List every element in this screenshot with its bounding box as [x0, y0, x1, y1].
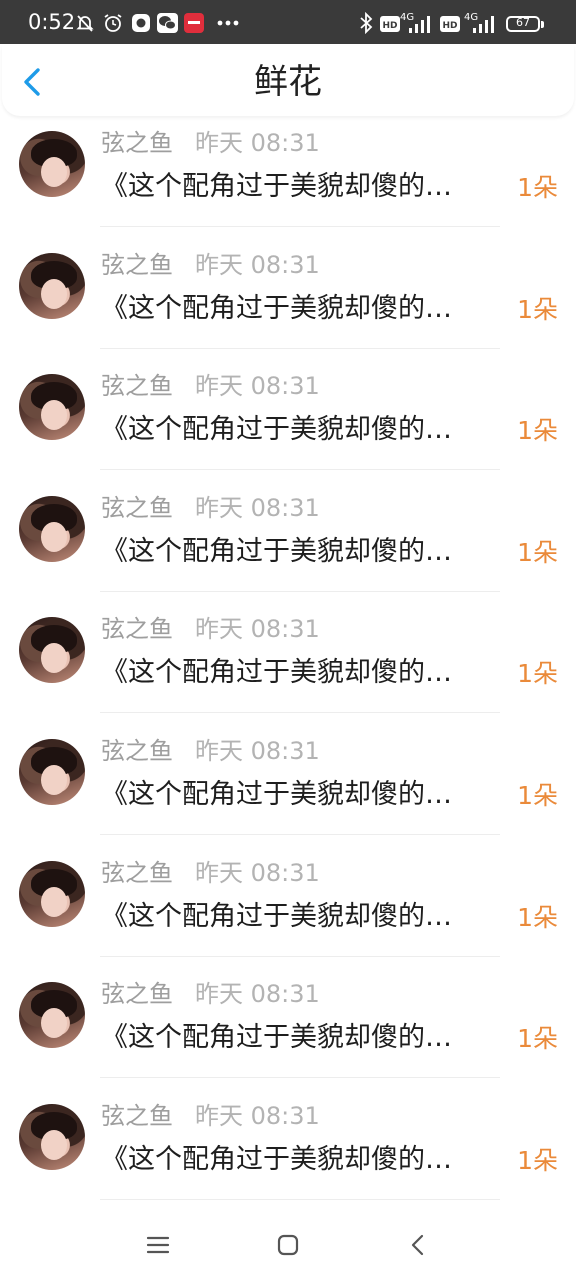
divider [100, 469, 500, 470]
header: 鲜花 [2, 46, 574, 116]
back-nav-icon[interactable] [403, 1230, 433, 1260]
signal-icon [473, 16, 494, 33]
flower-count: 1朵 [517, 416, 558, 445]
battery-icon: 67 [506, 16, 540, 32]
bluetooth-icon [360, 12, 373, 34]
wechat-icon [157, 13, 178, 33]
avatar[interactable] [19, 617, 85, 683]
user-name[interactable]: 弦之鱼 [101, 858, 173, 888]
list-item[interactable]: 弦之鱼 昨天 08:31 《这个配角过于美貌却傻的… 1朵 [0, 971, 576, 1092]
divider [100, 712, 500, 713]
user-name[interactable]: 弦之鱼 [101, 128, 173, 158]
flower-count: 1朵 [517, 538, 558, 567]
book-title[interactable]: 《这个配角过于美貌却傻的… [101, 535, 497, 569]
user-name[interactable]: 弦之鱼 [101, 614, 173, 644]
avatar[interactable] [19, 131, 85, 197]
hd-icon: HD [440, 16, 460, 32]
book-title[interactable]: 《这个配角过于美貌却傻的… [101, 778, 497, 812]
battery-level: 67 [516, 16, 530, 29]
avatar[interactable] [19, 861, 85, 927]
book-title[interactable]: 《这个配角过于美貌却傻的… [101, 1021, 497, 1055]
book-title[interactable]: 《这个配角过于美貌却傻的… [101, 170, 497, 204]
divider [100, 834, 500, 835]
alarm-icon [104, 14, 122, 32]
list-item[interactable]: 弦之鱼 昨天 08:31 《这个配角过于美貌却傻的… 1朵 [0, 120, 576, 241]
menu-icon[interactable] [143, 1230, 173, 1260]
list-item[interactable]: 弦之鱼 昨天 08:31 《这个配角过于美貌却傻的… 1朵 [0, 242, 576, 363]
book-title[interactable]: 《这个配角过于美貌却傻的… [101, 656, 497, 690]
timestamp: 昨天 08:31 [195, 859, 320, 887]
avatar[interactable] [19, 496, 85, 562]
user-name[interactable]: 弦之鱼 [101, 250, 173, 280]
signal-icon [409, 16, 430, 33]
avatar[interactable] [19, 374, 85, 440]
avatar[interactable] [19, 253, 85, 319]
timestamp: 昨天 08:31 [195, 980, 320, 1008]
user-name[interactable]: 弦之鱼 [101, 371, 173, 401]
status-bar: 0:52 HD 4G HD 4G 67 [0, 0, 576, 44]
timestamp: 昨天 08:31 [195, 737, 320, 765]
user-name[interactable]: 弦之鱼 [101, 979, 173, 1009]
timestamp: 昨天 08:31 [195, 372, 320, 400]
flower-count: 1朵 [517, 781, 558, 810]
avatar[interactable] [19, 1104, 85, 1170]
timestamp: 昨天 08:31 [195, 129, 320, 157]
status-time: 0:52 [28, 10, 76, 34]
timestamp: 昨天 08:31 [195, 251, 320, 279]
book-title[interactable]: 《这个配角过于美貌却傻的… [101, 1143, 497, 1177]
book-title[interactable]: 《这个配角过于美貌却傻的… [101, 900, 497, 934]
list-item[interactable]: 弦之鱼 昨天 08:31 《这个配角过于美貌却傻的… 1朵 [0, 363, 576, 484]
flower-count: 1朵 [517, 1146, 558, 1175]
timestamp: 昨天 08:31 [195, 615, 320, 643]
list-item[interactable]: 弦之鱼 昨天 08:31 《这个配角过于美貌却傻的… 1朵 [0, 850, 576, 971]
divider [100, 226, 500, 227]
flower-count: 1朵 [517, 903, 558, 932]
list-item[interactable]: 弦之鱼 昨天 08:31 《这个配角过于美貌却傻的… 1朵 [0, 606, 576, 727]
flower-count: 1朵 [517, 295, 558, 324]
divider [100, 591, 500, 592]
hd-icon: HD [380, 16, 400, 32]
page-title: 鲜花 [254, 62, 322, 102]
mute-icon [76, 15, 94, 32]
system-nav-bar [0, 1208, 576, 1280]
flower-count: 1朵 [517, 173, 558, 202]
avatar[interactable] [19, 739, 85, 805]
list-item[interactable]: 弦之鱼 昨天 08:31 《这个配角过于美貌却傻的… 1朵 [0, 728, 576, 849]
divider [100, 956, 500, 957]
app-icon [132, 14, 150, 32]
user-name[interactable]: 弦之鱼 [101, 1101, 173, 1131]
battery-tip [541, 21, 544, 28]
flower-count: 1朵 [517, 1024, 558, 1053]
avatar[interactable] [19, 982, 85, 1048]
divider [100, 1199, 500, 1200]
svg-text:HD: HD [382, 21, 397, 31]
book-title[interactable]: 《这个配角过于美貌却傻的… [101, 413, 497, 447]
svg-text:HD: HD [442, 21, 457, 31]
home-icon[interactable] [273, 1230, 303, 1260]
timestamp: 昨天 08:31 [195, 1102, 320, 1130]
app-badge-icon [184, 13, 204, 33]
divider [100, 348, 500, 349]
user-name[interactable]: 弦之鱼 [101, 736, 173, 766]
list-item[interactable]: 弦之鱼 昨天 08:31 《这个配角过于美貌却傻的… 1朵 [0, 485, 576, 606]
timestamp: 昨天 08:31 [195, 494, 320, 522]
more-icon [217, 20, 239, 26]
book-title[interactable]: 《这个配角过于美貌却傻的… [101, 292, 497, 326]
divider [100, 1077, 500, 1078]
flower-count: 1朵 [517, 659, 558, 688]
list-item[interactable]: 弦之鱼 昨天 08:31 《这个配角过于美貌却傻的… 1朵 [0, 1093, 576, 1214]
user-name[interactable]: 弦之鱼 [101, 493, 173, 523]
